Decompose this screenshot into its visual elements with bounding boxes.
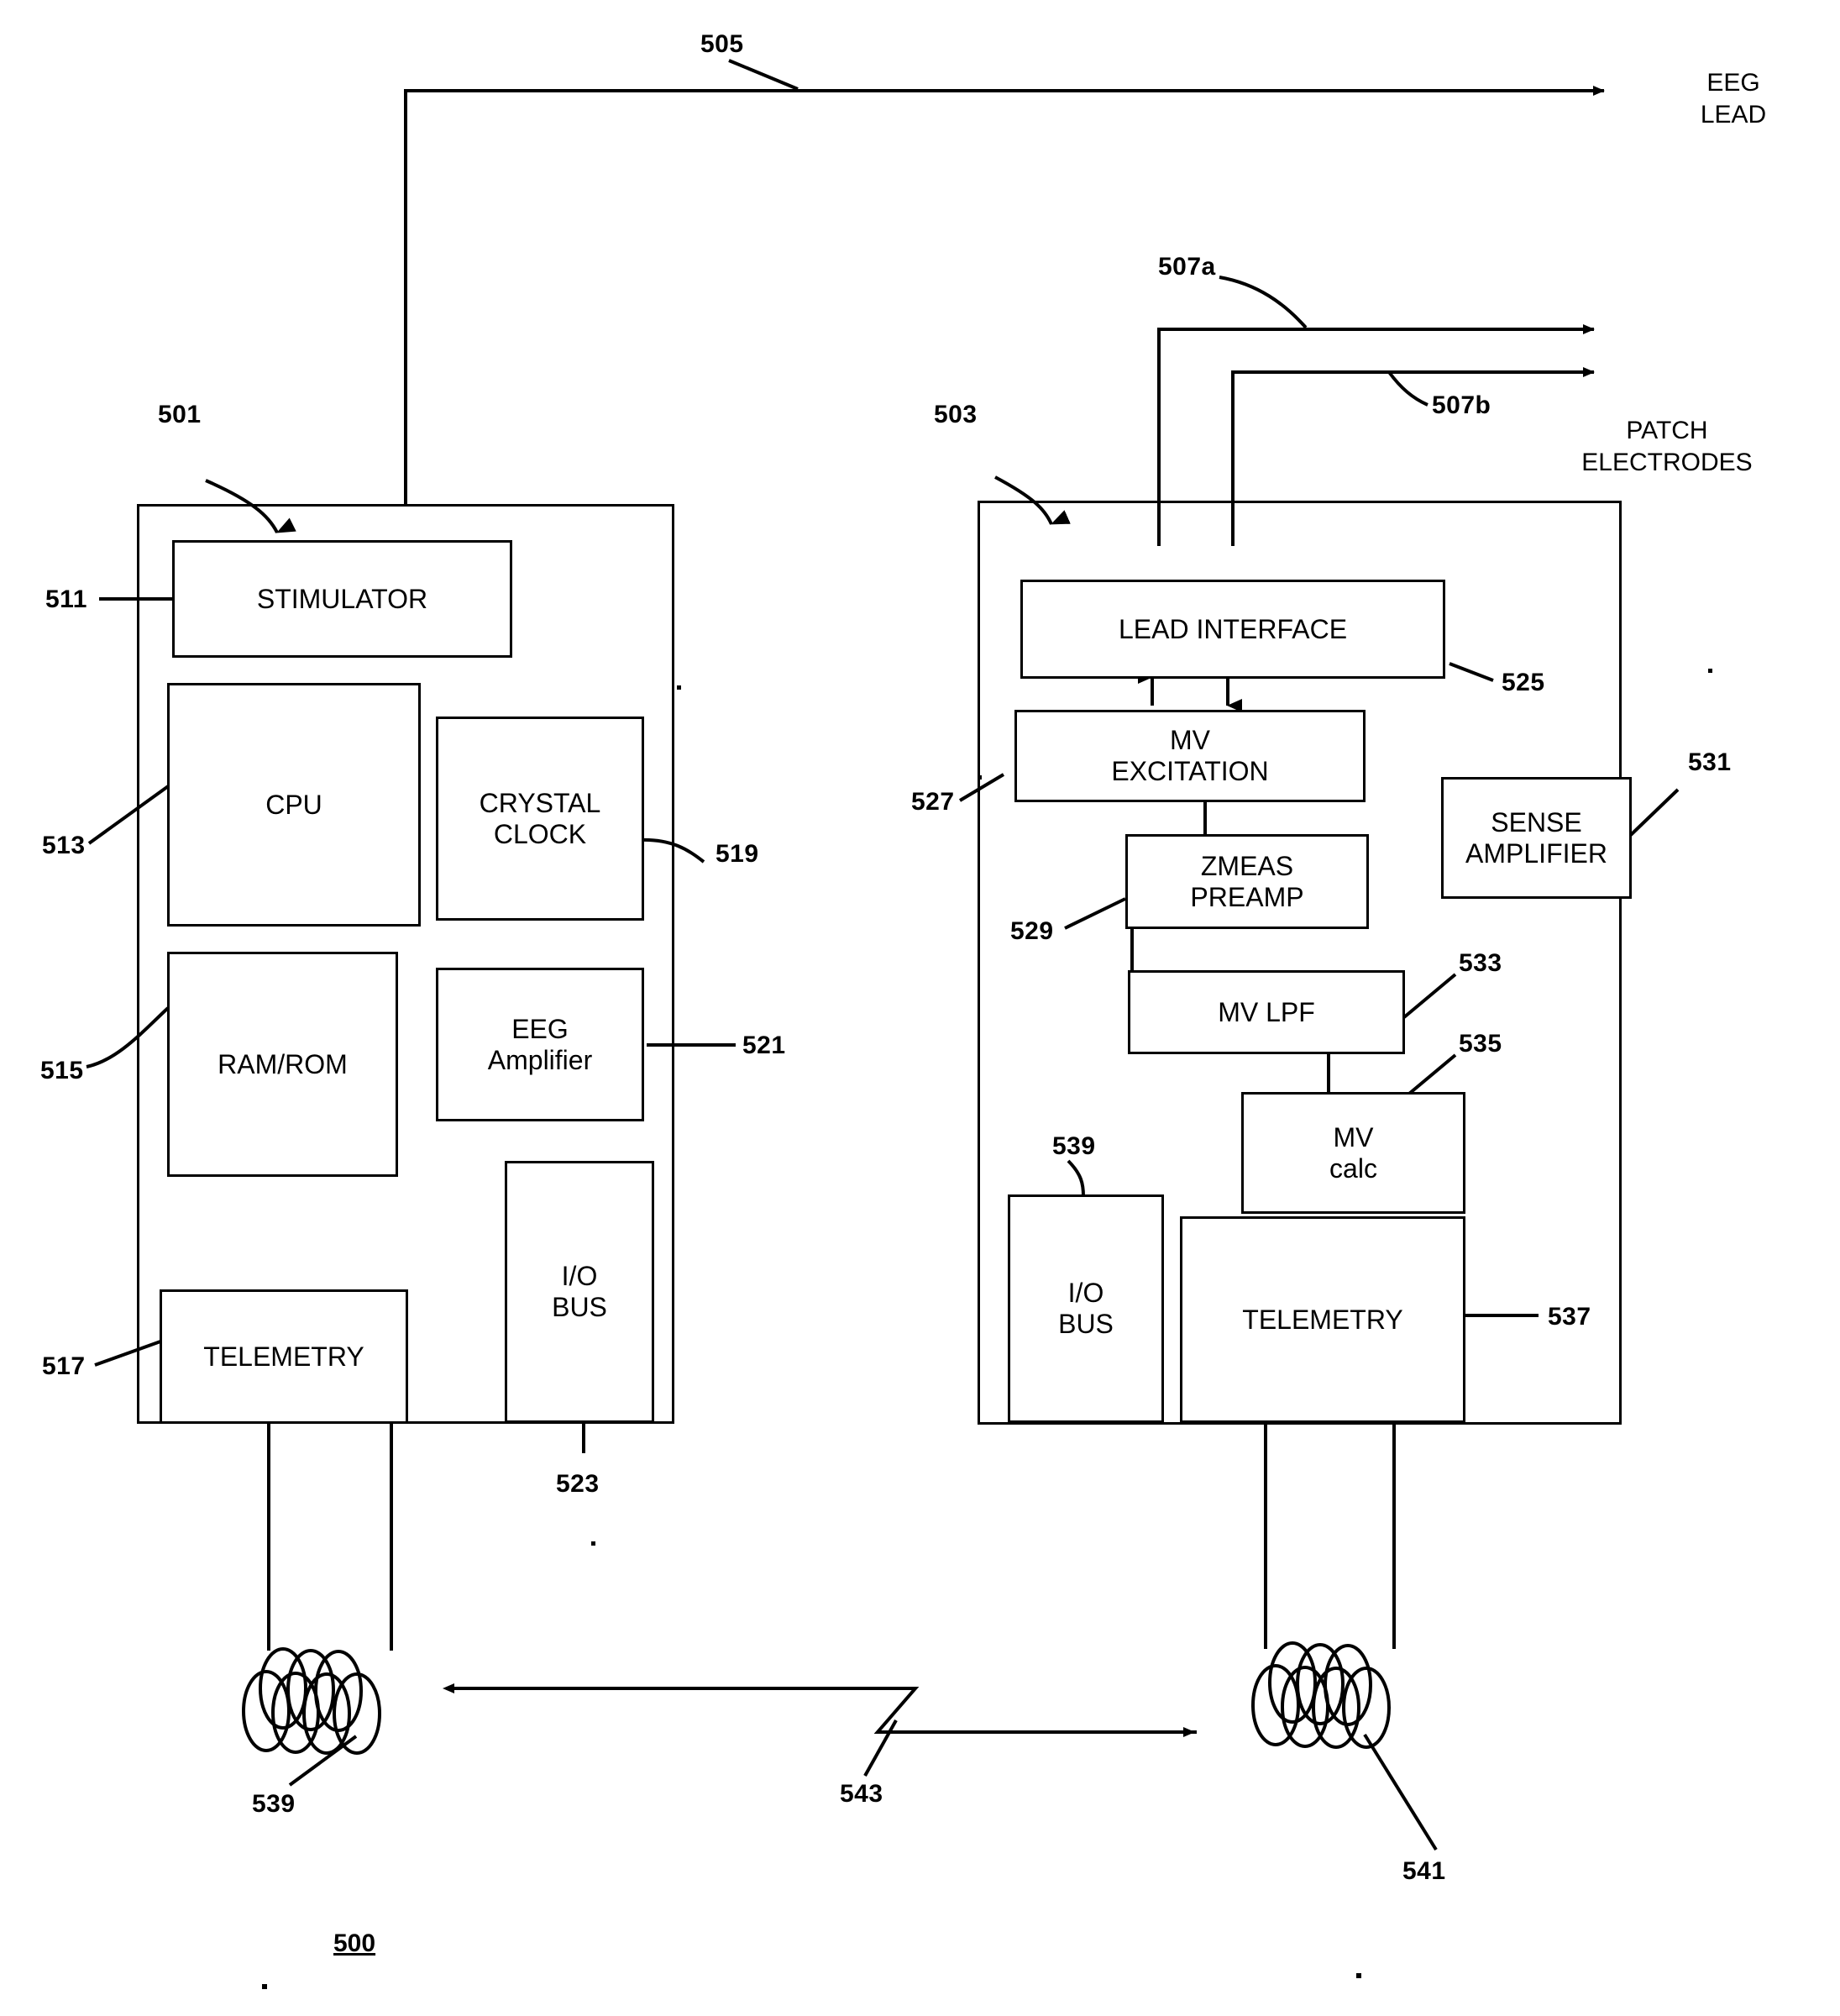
block-crystal-clock[interactable]: CRYSTAL CLOCK	[436, 717, 644, 921]
ref-533: 533	[1459, 949, 1502, 977]
ref-503: 503	[934, 401, 978, 428]
block-io-bus-right-label: I/O BUS	[1058, 1278, 1114, 1339]
block-cpu[interactable]: CPU	[167, 683, 421, 927]
block-crystal-clock-label: CRYSTAL CLOCK	[479, 787, 601, 849]
block-mv-excitation[interactable]: MV EXCITATION	[1014, 710, 1366, 802]
ref-539-left-leader	[288, 1735, 358, 1787]
block-mv-calc-label: MV calc	[1329, 1121, 1377, 1184]
block-eeg-amplifier[interactable]: EEG Amplifier	[436, 968, 644, 1121]
block-io-bus-left-label: I/O BUS	[552, 1261, 607, 1322]
telemetry-coil-right	[1251, 1641, 1391, 1749]
block-zmeas-preamp[interactable]: ZMEAS PREAMP	[1125, 834, 1369, 929]
ref-541-leader	[1363, 1733, 1438, 1851]
ref-513: 513	[42, 832, 86, 859]
ref-507a: 507a	[1158, 253, 1216, 281]
block-io-bus-left[interactable]: I/O BUS	[505, 1161, 654, 1423]
ref-531: 531	[1688, 748, 1732, 776]
block-telemetry-left[interactable]: TELEMETRY	[160, 1289, 408, 1424]
block-stimulator-label: STIMULATOR	[256, 583, 428, 614]
eeg-lead-path	[404, 89, 1583, 504]
ref-517: 517	[42, 1352, 86, 1380]
ref-539-right: 539	[1052, 1132, 1096, 1160]
ref-543: 543	[840, 1780, 883, 1808]
block-telemetry-left-label: TELEMETRY	[203, 1341, 364, 1372]
ref-511: 511	[45, 585, 87, 613]
block-mv-lpf-label: MV LPF	[1218, 996, 1315, 1027]
block-eeg-amplifier-label: EEG Amplifier	[487, 1013, 593, 1075]
block-mv-lpf[interactable]: MV LPF	[1128, 970, 1405, 1054]
block-cpu-label: CPU	[265, 789, 322, 820]
telemetry-link-zigzag	[848, 1687, 1197, 1734]
ref-537: 537	[1548, 1303, 1591, 1331]
block-stimulator[interactable]: STIMULATOR	[172, 540, 512, 658]
ref-525: 525	[1502, 669, 1545, 696]
ref-529: 529	[1010, 917, 1054, 945]
ref-507b: 507b	[1432, 391, 1491, 419]
ref-505: 505	[700, 30, 744, 58]
block-telemetry-right-label: TELEMETRY	[1242, 1304, 1403, 1335]
block-mv-excitation-label: MV EXCITATION	[1111, 725, 1269, 786]
ref-501: 501	[158, 401, 202, 428]
ref-541: 541	[1402, 1857, 1446, 1885]
patch-electrodes-label: PATCH ELECTRODES	[1581, 417, 1753, 476]
ref-523: 523	[556, 1470, 600, 1498]
block-ram-rom-label: RAM/ROM	[218, 1048, 348, 1079]
ref-507b-leader	[1387, 370, 1428, 407]
ref-521: 521	[742, 1032, 786, 1059]
ref-505-leader	[728, 59, 799, 91]
block-sense-amplifier-label: SENSE AMPLIFIER	[1465, 806, 1607, 869]
block-io-bus-right[interactable]: I/O BUS	[1008, 1194, 1164, 1423]
block-telemetry-right[interactable]: TELEMETRY	[1180, 1216, 1465, 1423]
ref-535: 535	[1459, 1030, 1502, 1058]
patent-figure-500: STIMULATOR CPU CRYSTAL CLOCK RAM/ROM EEG…	[0, 0, 1840, 2016]
block-ram-rom[interactable]: RAM/ROM	[167, 952, 398, 1177]
block-lead-interface-label: LEAD INTERFACE	[1118, 613, 1348, 644]
figure-number: 500	[333, 1929, 376, 1957]
telemetry-coil-left	[242, 1647, 381, 1755]
block-sense-amplifier[interactable]: SENSE AMPLIFIER	[1441, 777, 1632, 899]
ref-519: 519	[716, 840, 759, 868]
ref-539-left: 539	[252, 1790, 296, 1818]
ref-507a-leader	[1219, 276, 1308, 329]
ref-515: 515	[40, 1057, 84, 1084]
block-mv-calc[interactable]: MV calc	[1241, 1092, 1465, 1214]
block-lead-interface[interactable]: LEAD INTERFACE	[1020, 580, 1445, 679]
eeg-lead-label: EEG LEAD	[1700, 69, 1767, 129]
block-zmeas-preamp-label: ZMEAS PREAMP	[1190, 850, 1304, 912]
ref-527: 527	[911, 788, 955, 816]
